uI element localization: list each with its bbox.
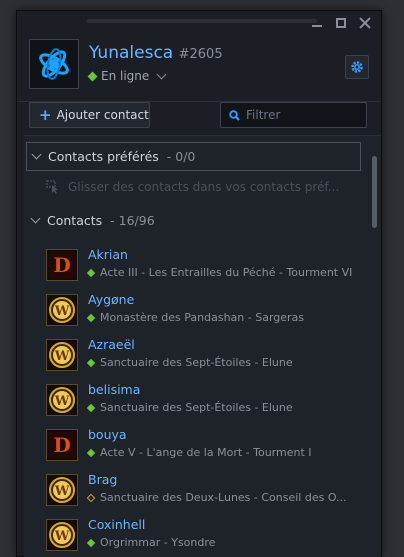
filter-input[interactable] xyxy=(246,108,356,122)
chevron-down-icon xyxy=(156,69,167,79)
online-status-icon xyxy=(86,448,96,457)
battletag-number: #2605 xyxy=(178,47,223,62)
contact-name: Brag xyxy=(88,472,118,487)
away-status-icon xyxy=(86,493,96,502)
activity-text: Monastère des Pandashan - Sargeras xyxy=(100,311,305,324)
online-status-icon xyxy=(86,268,96,277)
favorites-count: - 0/0 xyxy=(166,149,196,164)
favorites-section-header[interactable]: Contacts préférés - 0/0 xyxy=(26,142,361,171)
contacts-count: - 16/96 xyxy=(110,213,155,228)
contacts-section-header[interactable]: Contacts - 16/96 xyxy=(30,213,155,228)
wow-icon: W xyxy=(46,474,78,506)
filter-field[interactable] xyxy=(220,102,367,128)
contact-row[interactable]: W Aygøne Monastère des Pandashan - Sarge… xyxy=(46,292,366,330)
favorites-hint: Glisser des contacts dans vos contacts p… xyxy=(46,180,339,194)
svg-text:W: W xyxy=(54,349,70,364)
contact-row[interactable]: W Brag Sanctuaire des Deux-Lunes - Conse… xyxy=(46,472,366,510)
favorites-title: Contacts préférés xyxy=(48,149,159,164)
svg-text:W: W xyxy=(54,304,70,319)
svg-text:D: D xyxy=(53,253,70,277)
contact-row[interactable]: D bouya Acte V - L'ange de la Mort - Tou… xyxy=(46,427,366,465)
contact-activity: Sanctuaire des Sept-Étoiles - Elune xyxy=(86,401,293,414)
scrollbar[interactable] xyxy=(372,156,377,228)
contact-name: Azraeël xyxy=(88,337,135,352)
svg-text:D: D xyxy=(53,433,70,457)
settings-button[interactable] xyxy=(345,55,369,79)
contact-activity: Sanctuaire des Deux-Lunes - Conseil des … xyxy=(86,491,347,504)
svg-text:W: W xyxy=(54,529,70,544)
favorites-hint-text: Glisser des contacts dans vos contacts p… xyxy=(68,180,340,194)
activity-text: Sanctuaire des Deux-Lunes - Conseil des … xyxy=(100,491,347,504)
status-dropdown[interactable]: En ligne xyxy=(87,69,167,83)
contact-row[interactable]: W Coxinhell Orgrimmar - Ysondre xyxy=(46,517,366,555)
online-status-icon xyxy=(87,71,98,81)
contact-activity: Monastère des Pandashan - Sargeras xyxy=(86,311,305,324)
contact-name: Coxinhell xyxy=(88,517,146,532)
contact-name: belisima xyxy=(88,382,141,397)
online-status-icon xyxy=(86,358,96,367)
contact-name: Aygøne xyxy=(88,292,135,307)
contact-activity: Acte III - Les Entrailles du Péché - Tou… xyxy=(86,266,353,279)
contact-row[interactable]: D Akrian Acte III - Les Entrailles du Pé… xyxy=(46,247,366,285)
contact-activity: Sanctuaire des Sept-Étoiles - Elune xyxy=(86,356,293,369)
plus-icon: + xyxy=(39,106,52,124)
friends-window: Yunalesca #2605 En ligne + Ajouter conta… xyxy=(16,10,382,557)
activity-text: Orgrimmar - Ysondre xyxy=(100,536,216,549)
search-icon xyxy=(229,109,240,121)
activity-text: Acte III - Les Entrailles du Péché - Tou… xyxy=(100,266,353,279)
activity-text: Sanctuaire des Sept-Étoiles - Elune xyxy=(100,401,293,414)
diablo-icon: D xyxy=(46,249,78,281)
contact-row[interactable]: W belisima Sanctuaire des Sept-Étoiles -… xyxy=(46,382,366,420)
chevron-down-icon xyxy=(31,149,42,160)
contact-activity: Orgrimmar - Ysondre xyxy=(86,536,216,549)
drag-icon xyxy=(46,180,58,194)
contact-list[interactable]: Contacts préférés - 0/0 Glisser des cont… xyxy=(24,135,381,557)
add-contact-button[interactable]: + Ajouter contact xyxy=(29,102,150,128)
battlenet-logo-icon[interactable] xyxy=(29,39,79,89)
chevron-down-icon xyxy=(30,213,41,224)
username: Yunalesca #2605 xyxy=(89,43,223,63)
window-controls xyxy=(311,17,371,29)
diablo-icon: D xyxy=(46,429,78,461)
drag-handle[interactable] xyxy=(87,19,317,23)
contact-row[interactable]: W Azraeël Sanctuaire des Sept-Étoiles - … xyxy=(46,337,366,375)
svg-text:W: W xyxy=(54,394,70,409)
close-icon[interactable] xyxy=(359,17,371,29)
profile-header: Yunalesca #2605 En ligne xyxy=(29,39,369,99)
online-status-icon xyxy=(86,538,96,547)
online-status-icon xyxy=(86,403,96,412)
add-contact-label: Ajouter contact xyxy=(56,108,149,122)
username-name: Yunalesca xyxy=(89,43,174,63)
gear-icon xyxy=(351,61,363,73)
svg-text:W: W xyxy=(54,484,70,499)
contact-name: Akrian xyxy=(88,247,128,262)
contact-activity: Acte V - L'ange de la Mort - Tourment I xyxy=(86,446,312,459)
wow-icon: W xyxy=(46,384,78,416)
contact-name: bouya xyxy=(88,427,127,442)
wow-icon: W xyxy=(46,339,78,371)
online-status-icon xyxy=(86,313,96,322)
status-label: En ligne xyxy=(101,69,150,83)
minimize-icon[interactable] xyxy=(311,17,323,29)
wow-icon: W xyxy=(46,519,78,551)
contacts-title: Contacts xyxy=(47,213,103,228)
activity-text: Sanctuaire des Sept-Étoiles - Elune xyxy=(100,356,293,369)
wow-icon: W xyxy=(46,294,78,326)
maximize-icon[interactable] xyxy=(335,17,347,29)
activity-text: Acte V - L'ange de la Mort - Tourment I xyxy=(100,446,312,459)
